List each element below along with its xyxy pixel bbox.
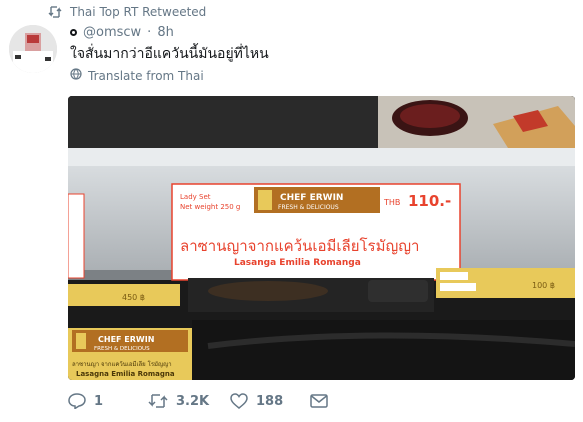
header-separator: · (147, 24, 152, 40)
english-product-name: Lasanga Emilia Romanga (234, 258, 361, 268)
translate-link[interactable]: Translate from Thai (70, 68, 204, 83)
tweet-text: ใจสั่นมากว่าอีแควันนี้มันอยู่ที่ไหน (70, 46, 269, 62)
english-product-name-secondary: Lasagna Emilia Romagna (76, 370, 175, 378)
reply-button[interactable]: 1 (68, 393, 148, 409)
user-handle[interactable]: @omscw (83, 25, 141, 40)
retweet-action-icon (148, 393, 168, 409)
brand-label: CHEF ERWIN (280, 193, 343, 203)
retweet-count: 3.2K (176, 393, 210, 409)
thai-product-name-secondary: ลาซานญา จากแคว้นเอมีเลีย โรมัญญา (72, 360, 172, 368)
product-label-card: Lady Set Net weight 250 g CHEF ERWIN FRE… (171, 183, 461, 281)
left-price-tag-text: 450 ฿ (122, 293, 145, 302)
brand-tagline-secondary: FRESH & DELICIOUS (94, 346, 150, 352)
translate-label: Translate from Thai (88, 68, 204, 83)
right-price-tag: 100 ฿ (436, 268, 575, 298)
tweet-header: @omscw · 8h (70, 23, 174, 41)
like-count: 188 (256, 393, 284, 409)
direct-message-button[interactable] (310, 394, 328, 408)
display-name-icon[interactable] (70, 28, 77, 36)
avatar[interactable] (9, 25, 57, 73)
left-price-tag: 450 ฿ (68, 284, 180, 306)
reply-count: 1 (94, 393, 104, 409)
retweet-context: Thai Top RT Retweeted (48, 3, 206, 21)
currency-label: THB (383, 198, 400, 207)
retweet-icon (48, 6, 62, 18)
right-price-tag-text: 100 ฿ (532, 281, 555, 290)
reply-icon (68, 393, 86, 409)
globe-icon (70, 68, 82, 83)
retweet-button[interactable]: 3.2K (148, 393, 230, 409)
net-weight-label: Net weight 250 g (180, 203, 240, 211)
tweet-timestamp[interactable]: 8h (157, 25, 174, 40)
thai-product-name: ลาซานญาจากแคว้นเอมีเลียโรมัญญา (180, 237, 419, 255)
envelope-icon (310, 394, 328, 408)
lady-set-label: Lady Set (180, 193, 211, 201)
brand-label-secondary: CHEF ERWIN (98, 335, 154, 344)
product-label-card-secondary: CHEF ERWIN FRESH & DELICIOUS ลาซานญา จาก… (68, 328, 192, 380)
like-button[interactable]: 188 (230, 393, 310, 409)
tweet-photo[interactable]: Lady Set Net weight 250 g CHEF ERWIN FRE… (68, 96, 575, 380)
retweet-context-label[interactable]: Thai Top RT Retweeted (70, 5, 206, 19)
price-label: 110.- (408, 192, 451, 210)
brand-tagline: FRESH & DELICIOUS (278, 204, 339, 211)
tweet-actions: 1 3.2K 188 (68, 393, 328, 409)
heart-icon (230, 393, 248, 409)
